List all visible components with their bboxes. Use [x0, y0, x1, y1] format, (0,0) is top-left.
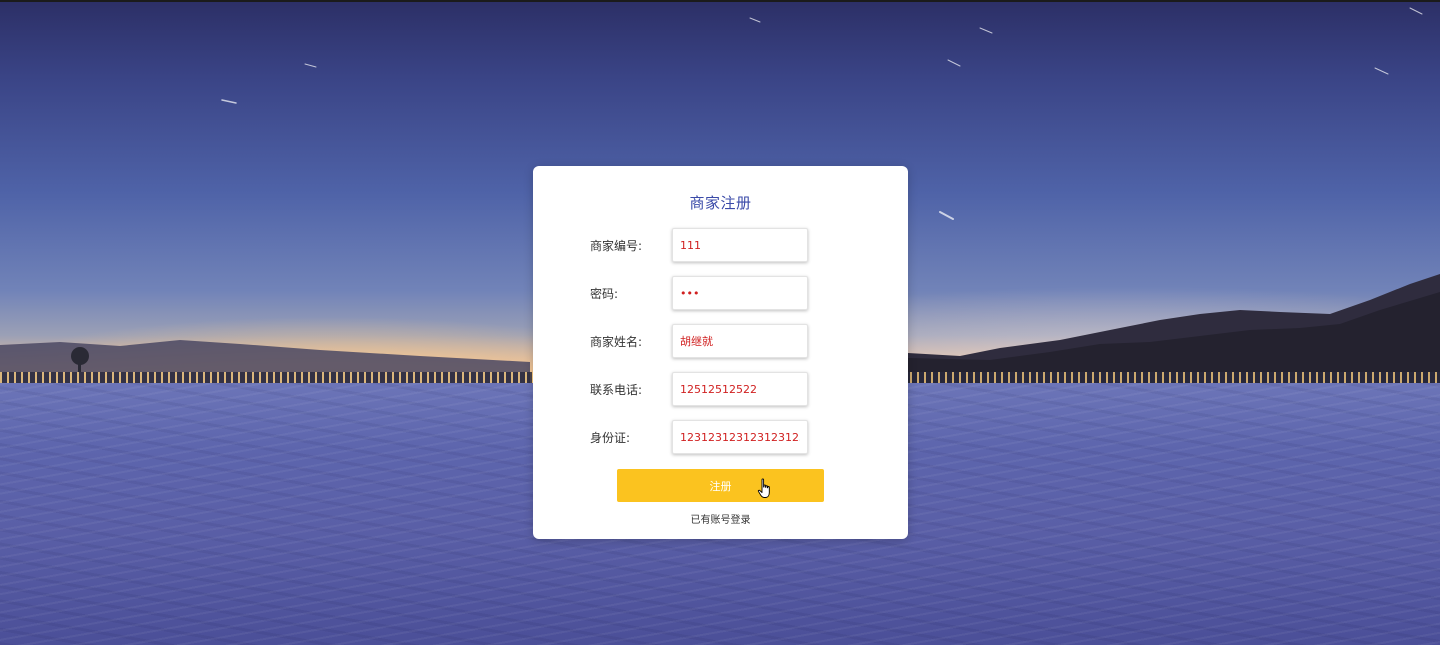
id-card-label: 身份证: — [590, 431, 631, 445]
register-button[interactable]: 注册 — [617, 469, 824, 502]
merchant-name-input[interactable] — [672, 324, 808, 358]
phone-label: 联系电话: — [590, 383, 643, 397]
merchant-id-label: 商家编号: — [590, 239, 643, 253]
merchant-id-row: 商家编号: — [590, 228, 850, 262]
id-card-input[interactable] — [672, 420, 808, 454]
page-title: 商家注册 — [689, 194, 752, 212]
merchant-name-label: 商家姓名: — [590, 335, 643, 349]
register-card: 商家注册 商家编号: 密码: 商家姓名: 联系电话: 身份证: 注册 已有账号登… — [533, 166, 908, 539]
phone-input[interactable] — [672, 372, 808, 406]
password-input[interactable] — [672, 276, 808, 310]
login-link[interactable]: 已有账号登录 — [533, 511, 908, 526]
merchant-name-row: 商家姓名: — [590, 324, 850, 358]
password-label: 密码: — [590, 287, 619, 301]
phone-row: 联系电话: — [590, 372, 850, 406]
id-card-row: 身份证: — [590, 420, 850, 454]
password-row: 密码: — [590, 276, 850, 310]
merchant-id-input[interactable] — [672, 228, 808, 262]
hand-pointer-icon — [757, 478, 770, 498]
